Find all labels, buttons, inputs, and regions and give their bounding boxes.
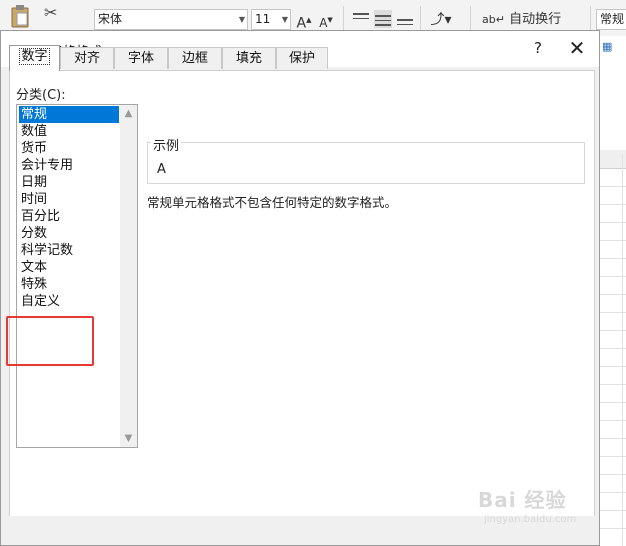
watermark-main: Bai 经验: [478, 488, 567, 512]
list-item-number[interactable]: 数值: [19, 123, 119, 140]
separator: [343, 6, 344, 32]
sample-group: [147, 142, 585, 184]
watermark-sub: jingyan.baidu.com: [484, 514, 577, 525]
format-description: 常规单元格格式不包含任何特定的数字格式。: [147, 195, 398, 210]
listbox-scrollbar[interactable]: ▲ ▼: [120, 105, 137, 447]
wrap-text-label: 自动换行: [509, 12, 562, 27]
tab-alignment[interactable]: 对齐: [60, 47, 114, 69]
list-item-scientific[interactable]: 科学记数: [19, 242, 119, 259]
list-item-currency[interactable]: 货币: [19, 140, 119, 157]
list-item-fraction[interactable]: 分数: [19, 225, 119, 242]
format-painter-icon[interactable]: ▦: [602, 40, 620, 54]
list-item-percentage[interactable]: 百分比: [19, 208, 119, 225]
list-item-date[interactable]: 日期: [19, 174, 119, 191]
sample-value: A: [157, 162, 166, 177]
worksheet-grid[interactable]: ▦: [600, 36, 626, 546]
grow-font-button[interactable]: A▲: [296, 10, 312, 32]
wrap-text-icon: ab↵: [482, 13, 505, 26]
sample-label: 示例: [151, 135, 182, 154]
tab-number[interactable]: 数字: [9, 45, 60, 71]
align-top-icon[interactable]: [352, 10, 370, 28]
orientation-icon[interactable]: ⤴▾: [428, 10, 454, 30]
tab-font[interactable]: 字体: [114, 47, 168, 69]
scroll-down-icon[interactable]: ▼: [120, 430, 137, 447]
tab-protection[interactable]: 保护: [276, 47, 328, 69]
chevron-down-icon[interactable]: ▼: [239, 10, 245, 29]
watermark-logo: Bai 经验 jingyan.baidu.com: [478, 484, 588, 530]
font-size-value: 11: [255, 12, 271, 26]
align-middle-icon[interactable]: [374, 10, 392, 28]
separator: [590, 6, 591, 32]
list-item-accounting[interactable]: 会计专用: [19, 157, 119, 174]
number-format-value: 常规: [600, 12, 625, 26]
align-bottom-icon[interactable]: [396, 10, 414, 28]
scroll-up-icon[interactable]: ▲: [120, 105, 137, 122]
cut-icon[interactable]: ✂: [44, 3, 57, 22]
font-name-combo[interactable]: 宋体 ▼: [94, 9, 248, 30]
paste-icon[interactable]: [10, 4, 30, 28]
tab-fill[interactable]: 填充: [222, 47, 276, 69]
number-format-combo[interactable]: 常规: [596, 9, 626, 30]
tab-border[interactable]: 边框: [168, 47, 222, 69]
font-size-combo[interactable]: 11 ▼: [251, 9, 291, 30]
list-item-custom[interactable]: 自定义: [19, 293, 119, 310]
separator: [470, 6, 471, 32]
chevron-down-icon[interactable]: ▼: [282, 10, 288, 29]
category-listbox[interactable]: 常规 数值 货币 会计专用 日期 时间 百分比 分数 科学记数 文本 特殊 自定…: [16, 104, 138, 448]
list-item-text[interactable]: 文本: [19, 259, 119, 276]
list-item-time[interactable]: 时间: [19, 191, 119, 208]
category-label: 分类(C):: [16, 88, 66, 103]
help-button[interactable]: ?: [527, 37, 549, 59]
grid-line: [622, 154, 623, 546]
close-button[interactable]: ✕: [565, 37, 589, 61]
separator: [420, 6, 421, 32]
shrink-font-button[interactable]: A▼: [318, 10, 334, 30]
font-name-value: 宋体: [98, 12, 123, 26]
wrap-text-button[interactable]: ab↵ 自动换行: [482, 10, 572, 30]
list-item-special[interactable]: 特殊: [19, 276, 119, 293]
list-item-general[interactable]: 常规: [19, 106, 119, 123]
highlight-box: [6, 316, 94, 366]
